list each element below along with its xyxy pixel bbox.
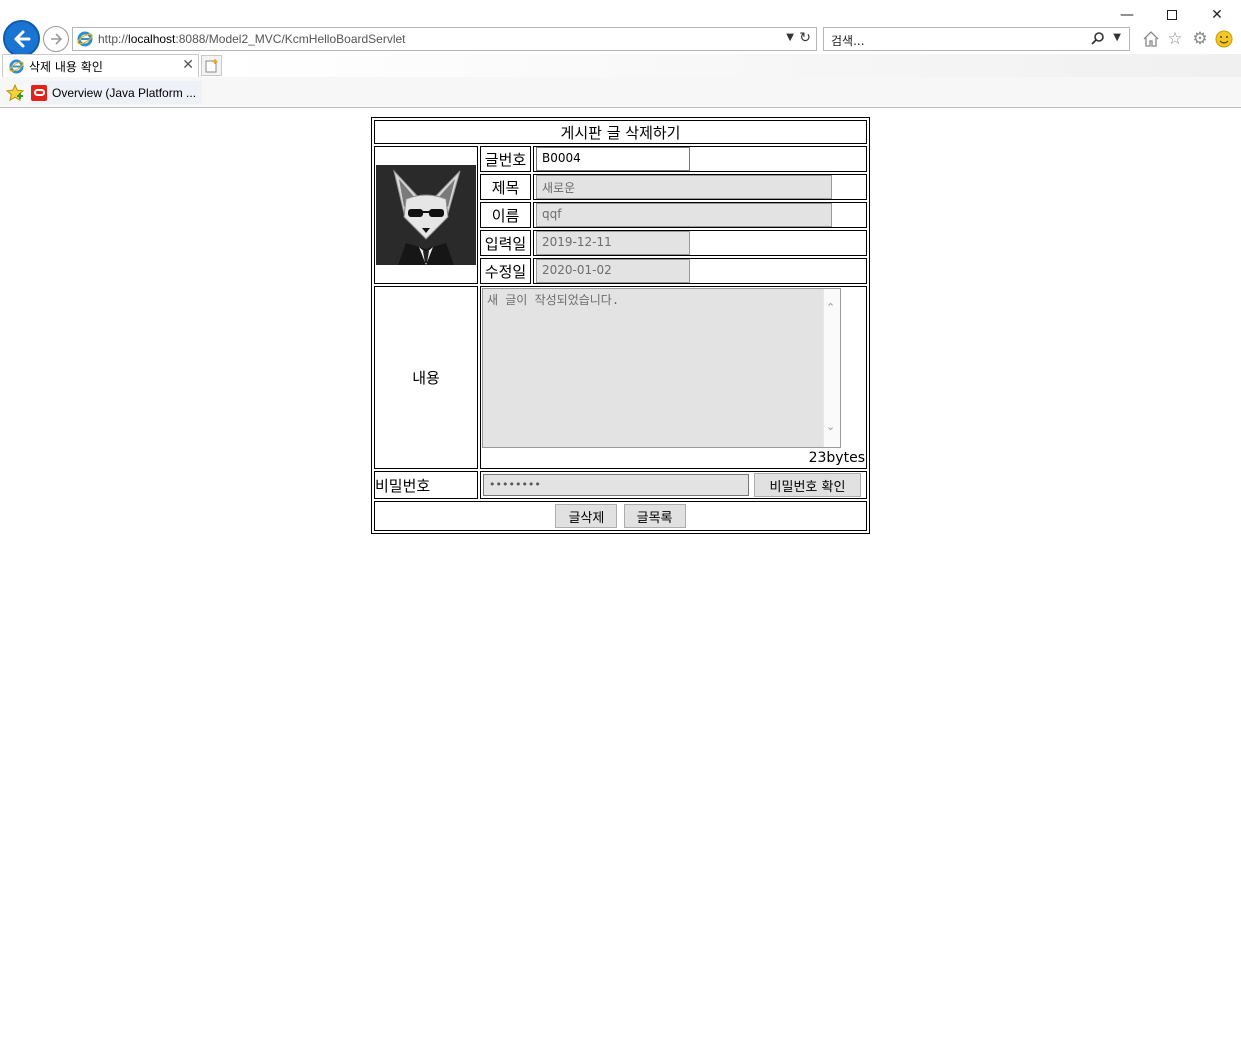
password-label: 비밀번호 bbox=[374, 471, 478, 499]
post-number-label: 글번호 bbox=[480, 146, 531, 172]
minimize-button[interactable]: — bbox=[1112, 4, 1142, 26]
search-placeholder: 검색... bbox=[831, 34, 865, 48]
photo-cell bbox=[374, 146, 478, 284]
content-label: 내용 bbox=[374, 286, 478, 469]
modified-date-cell: 2020-01-02 bbox=[533, 258, 867, 284]
password-field[interactable]: •••••••• bbox=[483, 474, 749, 496]
post-list-button[interactable]: 글목록 bbox=[623, 504, 686, 528]
password-cell: •••••••• 비밀번호 확인 bbox=[480, 471, 867, 499]
textarea-scrollbar[interactable]: ⌃ ⌄ bbox=[823, 289, 840, 447]
ie-tab-icon bbox=[9, 58, 24, 74]
maximize-button[interactable] bbox=[1157, 4, 1187, 26]
created-date-cell: 2019-12-11 bbox=[533, 230, 867, 256]
delete-post-button[interactable]: 글삭제 bbox=[555, 504, 618, 528]
address-url: http://localhost:8088/Model2_MVC/KcmHell… bbox=[98, 32, 406, 46]
tab-bar: 삭제 내용 확인 ✕ bbox=[0, 54, 1241, 77]
oracle-icon bbox=[31, 84, 47, 101]
byte-count: 23bytes bbox=[808, 450, 865, 466]
tab-title: 삭제 내용 확인 bbox=[29, 59, 103, 74]
modified-date-label: 수정일 bbox=[480, 258, 531, 284]
subject-field: 새로운 bbox=[536, 175, 832, 199]
gear-icon[interactable]: ⚙ bbox=[1190, 29, 1210, 49]
arrow-right-icon bbox=[51, 33, 63, 45]
favorites-add-icon[interactable] bbox=[6, 84, 24, 102]
created-date-field: 2019-12-11 bbox=[536, 231, 690, 255]
favorites-star-icon[interactable]: ☆ bbox=[1165, 29, 1185, 49]
tab-strip-background bbox=[224, 54, 1241, 77]
browser-chrome: — ✕ http://localhost:8088/Model2_MVC/Kcm… bbox=[0, 0, 1241, 108]
feedback-smiley-icon[interactable] bbox=[1214, 29, 1234, 49]
post-number-field[interactable]: B0004 bbox=[536, 147, 690, 171]
subject-label: 제목 bbox=[480, 174, 531, 200]
back-button[interactable] bbox=[3, 20, 40, 57]
ie-page-icon bbox=[77, 31, 93, 47]
address-dropdown-icon[interactable]: ▼ bbox=[786, 32, 794, 43]
content-textarea: 새 글이 작성되었습니다. ⌃ ⌄ bbox=[482, 288, 841, 448]
address-bar[interactable]: http://localhost:8088/Model2_MVC/KcmHell… bbox=[72, 27, 817, 51]
content-text: 새 글이 작성되었습니다. bbox=[487, 293, 620, 307]
new-tab-button[interactable] bbox=[201, 55, 222, 76]
close-window-button[interactable]: ✕ bbox=[1202, 4, 1232, 26]
page-content: 게시판 글 삭제하기 글번호 B0004 제목 새로운 이름 qqf 입력일 2… bbox=[0, 109, 1241, 1040]
scroll-up-icon[interactable]: ⌃ bbox=[826, 301, 835, 314]
favorites-bar: Overview (Java Platform ... bbox=[0, 77, 1241, 108]
tab-active[interactable]: 삭제 내용 확인 ✕ bbox=[2, 54, 199, 77]
tab-close-icon[interactable]: ✕ bbox=[182, 57, 194, 73]
page-title: 게시판 글 삭제하기 bbox=[374, 120, 867, 144]
search-icon[interactable] bbox=[1091, 31, 1105, 45]
created-date-label: 입력일 bbox=[480, 230, 531, 256]
name-cell: qqf bbox=[533, 202, 867, 228]
forward-button[interactable] bbox=[43, 26, 69, 52]
content-cell: 새 글이 작성되었습니다. ⌃ ⌄ 23bytes bbox=[480, 286, 867, 469]
refresh-icon[interactable]: ↻ bbox=[799, 30, 811, 46]
delete-post-table: 게시판 글 삭제하기 글번호 B0004 제목 새로운 이름 qqf 입력일 2… bbox=[371, 117, 870, 534]
check-password-button[interactable]: 비밀번호 확인 bbox=[754, 473, 861, 497]
scroll-down-icon[interactable]: ⌄ bbox=[826, 420, 835, 433]
post-number-cell: B0004 bbox=[533, 146, 867, 172]
arrow-left-icon bbox=[14, 30, 30, 47]
search-input[interactable]: 검색... ▼ bbox=[823, 27, 1130, 51]
profile-photo bbox=[376, 165, 476, 265]
subject-cell: 새로운 bbox=[533, 174, 867, 200]
home-icon[interactable] bbox=[1141, 29, 1161, 49]
name-field: qqf bbox=[536, 203, 832, 227]
favorite-link-java-overview[interactable]: Overview (Java Platform ... bbox=[30, 81, 203, 104]
favorite-link-label: Overview (Java Platform ... bbox=[52, 85, 197, 100]
modified-date-field: 2020-01-02 bbox=[536, 259, 690, 283]
name-label: 이름 bbox=[480, 202, 531, 228]
search-dropdown-icon[interactable]: ▼ bbox=[1113, 32, 1121, 43]
new-tab-icon bbox=[205, 58, 218, 72]
action-buttons-cell: 글삭제 글목록 bbox=[374, 501, 867, 531]
